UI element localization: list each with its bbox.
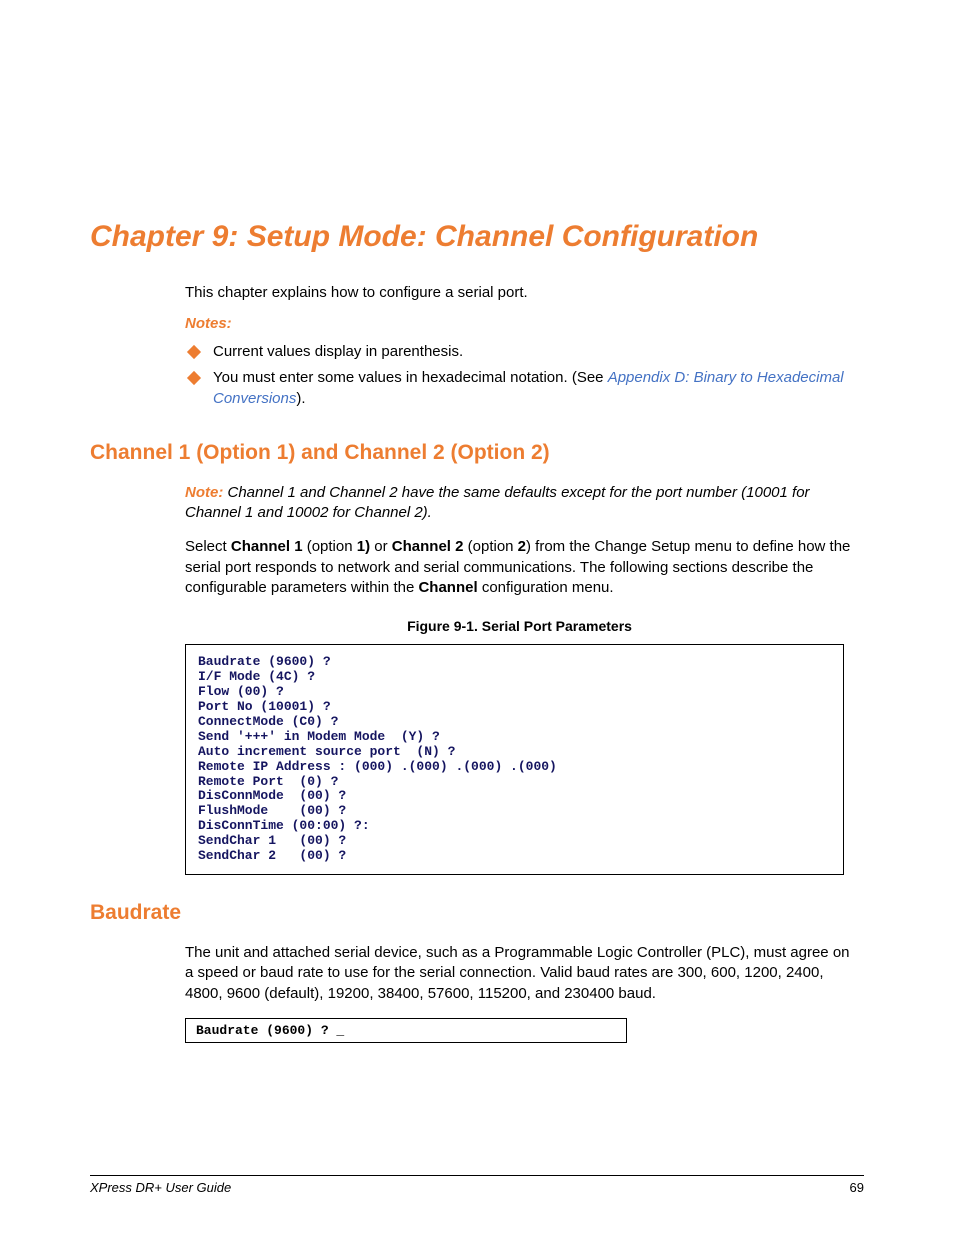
- note-body: Channel 1 and Channel 2 have the same de…: [185, 484, 810, 521]
- bullet-item: Current values display in parenthesis.: [185, 342, 854, 362]
- bullet-text: Current values display in parenthesis.: [213, 342, 463, 362]
- bold-span: Channel: [418, 579, 477, 596]
- diamond-icon: [187, 371, 201, 385]
- bold-span: Channel 2: [392, 538, 464, 555]
- intro-block: This chapter explains how to configure a…: [185, 284, 854, 415]
- page-number: 69: [850, 1180, 864, 1195]
- section-heading-channels: Channel 1 (Option 1) and Channel 2 (Opti…: [90, 441, 864, 465]
- text-span: ).: [296, 390, 305, 407]
- chapter-title: Chapter 9: Setup Mode: Channel Configura…: [90, 220, 864, 254]
- footer-title: XPress DR+ User Guide: [90, 1180, 231, 1195]
- section-heading-baudrate: Baudrate: [90, 901, 864, 925]
- bullet-item: You must enter some values in hexadecima…: [185, 368, 854, 409]
- intro-text: This chapter explains how to configure a…: [185, 284, 854, 301]
- page: Chapter 9: Setup Mode: Channel Configura…: [0, 0, 954, 1235]
- bullet-text: You must enter some values in hexadecima…: [213, 368, 854, 409]
- baudrate-body: The unit and attached serial device, suc…: [185, 943, 854, 1018]
- note-label: Note:: [185, 484, 223, 501]
- note-paragraph: Note: Channel 1 and Channel 2 have the s…: [185, 483, 854, 524]
- text-span: configuration menu.: [478, 579, 614, 596]
- page-footer: XPress DR+ User Guide 69: [90, 1175, 864, 1195]
- bold-span: 2: [518, 538, 526, 555]
- text-span: You must enter some values in hexadecima…: [213, 369, 608, 386]
- section1-body: Note: Channel 1 and Channel 2 have the s…: [185, 483, 854, 644]
- text-span: Select: [185, 538, 231, 555]
- select-paragraph: Select Channel 1 (option 1) or Channel 2…: [185, 537, 854, 598]
- notes-label: Notes:: [185, 315, 854, 332]
- baudrate-paragraph: The unit and attached serial device, suc…: [185, 943, 854, 1004]
- text-span: (option: [303, 538, 357, 555]
- baudrate-prompt-box: Baudrate (9600) ? _: [185, 1018, 627, 1043]
- text-span: (option: [463, 538, 517, 555]
- text-span: or: [370, 538, 392, 555]
- serial-port-parameters-box: Baudrate (9600) ? I/F Mode (4C) ? Flow (…: [185, 644, 844, 875]
- diamond-icon: [187, 345, 201, 359]
- bold-span: Channel 1: [231, 538, 303, 555]
- figure-caption: Figure 9-1. Serial Port Parameters: [185, 618, 854, 634]
- bold-span: 1): [357, 538, 370, 555]
